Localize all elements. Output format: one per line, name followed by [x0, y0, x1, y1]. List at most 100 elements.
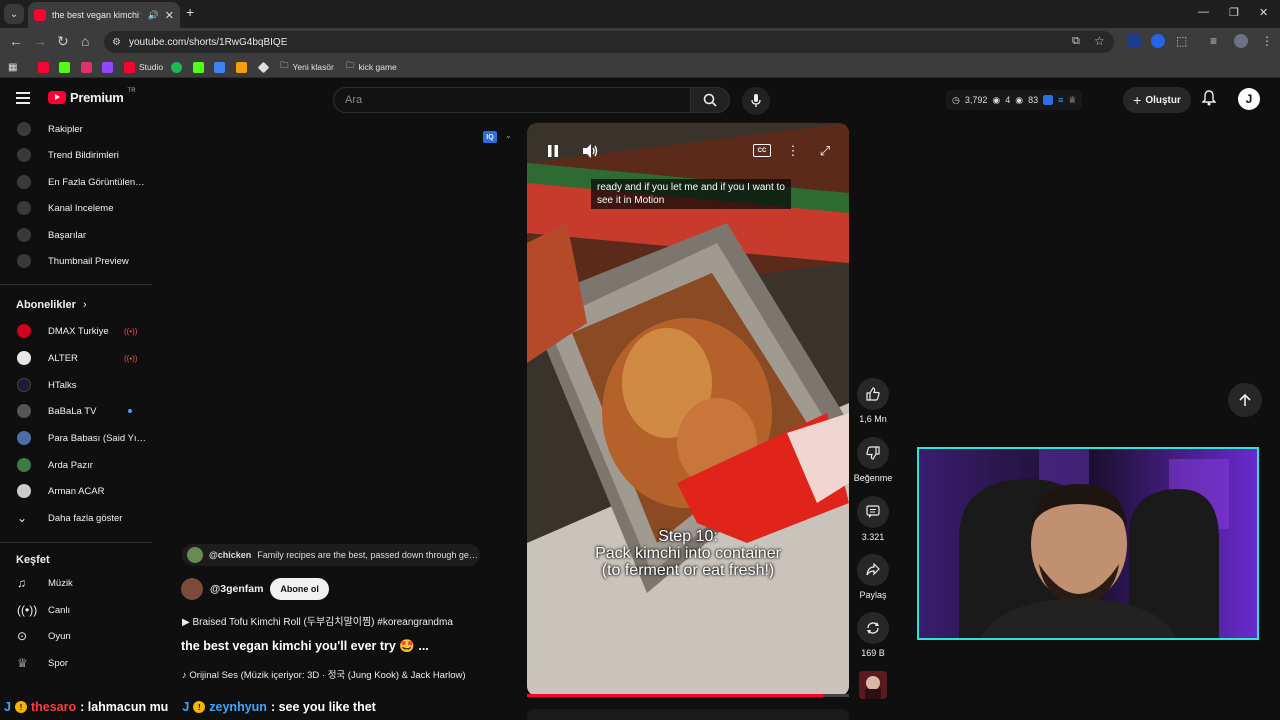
close-tab-icon[interactable]: ✕: [165, 9, 174, 22]
webcam-feed: [919, 449, 1257, 638]
chat-badge: J: [4, 700, 11, 714]
sidebar-show-more[interactable]: ⌄ Daha fazla göster: [0, 505, 155, 531]
bookmark-studio[interactable]: Studio: [124, 60, 163, 74]
sidebar-sub-arda-pazir[interactable]: Arda Pazır: [0, 452, 155, 478]
audio-track-link[interactable]: ♪ Orijinal Ses (Müzik içeriyor: 3D · 정국 …: [182, 667, 482, 681]
microphone-icon: [751, 94, 761, 107]
captions-icon[interactable]: CC: [753, 144, 771, 157]
sidebar-explore-canli[interactable]: ((•)) Canlı: [0, 597, 155, 623]
vidiq-badge-icon[interactable]: IQ: [483, 131, 497, 143]
like-button[interactable]: 1,6 Mn: [853, 378, 893, 424]
subscribe-button[interactable]: Abone ol: [270, 578, 329, 600]
search-button[interactable]: [690, 87, 730, 113]
sidebar-sub-arman-acar[interactable]: Arman ACAR: [0, 478, 155, 504]
sidebar-sub-dmax[interactable]: DMAX Turkiye ((•)): [0, 318, 155, 344]
reload-icon[interactable]: ↻: [57, 33, 69, 50]
apps-grid-icon[interactable]: ▦: [8, 60, 17, 74]
forward-icon[interactable]: →: [33, 33, 47, 49]
bookmark-youtube[interactable]: [38, 60, 49, 74]
arrow-up-icon: [1239, 393, 1251, 406]
shorts-video-player[interactable]: CC ⋮ ⤢ ready and if you let me and if yo…: [527, 123, 849, 696]
trophy-icon[interactable]: ♕: [1068, 95, 1076, 106]
account-avatar[interactable]: J: [1238, 88, 1260, 110]
sidebar-item-rakipler[interactable]: Rakipler: [0, 116, 155, 142]
sidebar-item-basarilar[interactable]: Başarılar: [0, 222, 155, 248]
bookmark-orange[interactable]: [236, 60, 247, 74]
profile-icon[interactable]: [1234, 34, 1248, 48]
channel-stats-widget[interactable]: ◷ 3,792 ◉ 4 ◉ 83 ≡ ♕: [946, 90, 1083, 110]
extension-2-icon[interactable]: [1151, 34, 1165, 48]
sidebar-item-thumbnail-preview[interactable]: Thumbnail Preview: [0, 248, 155, 274]
audio-thumbnail[interactable]: [859, 671, 887, 699]
more-options-icon[interactable]: ⋮: [785, 143, 801, 159]
sidebar-sub-para-babasi[interactable]: Para Babası (Said Yılmaz): [0, 425, 155, 451]
install-app-icon[interactable]: ⧉: [1072, 35, 1080, 48]
bookmark-twitch[interactable]: [102, 60, 113, 74]
close-window-icon[interactable]: ✕: [1259, 6, 1268, 19]
bookmark-blue[interactable]: [214, 60, 225, 74]
comments-button[interactable]: 3.321: [853, 496, 893, 542]
chevron-down-icon[interactable]: ⌄: [505, 131, 512, 140]
bookmark-instagram[interactable]: [81, 60, 92, 74]
trophy-icon: ♕: [17, 656, 28, 670]
bookmark-spotify[interactable]: [171, 60, 182, 74]
extension-1-icon[interactable]: [1127, 34, 1141, 48]
dislike-button[interactable]: Beğenme: [853, 437, 893, 483]
youtube-premium-logo[interactable]: Premium TR: [48, 88, 136, 105]
new-tab-button[interactable]: +: [186, 4, 194, 20]
browser-tab[interactable]: the best vegan kimchi you'll ever try 🔊 …: [28, 2, 180, 28]
chat-message: J ! zeynhyun : see you like thet: [182, 700, 376, 714]
share-button[interactable]: Paylaş: [853, 554, 893, 600]
sidebar-explore-spor[interactable]: ♕ Spor: [0, 650, 155, 676]
maximize-icon[interactable]: ❐: [1229, 6, 1239, 19]
volume-icon[interactable]: [583, 143, 599, 159]
channel-avatar: [17, 458, 31, 472]
previous-short-button[interactable]: [1228, 383, 1262, 417]
channel-handle[interactable]: @3genfam: [210, 583, 263, 595]
vidiq-tool-icon: [17, 148, 31, 162]
related-video-link[interactable]: ▶ Braised Tofu Kimchi Roll (두부김치말이찜) #ko…: [182, 613, 482, 628]
voice-search-button[interactable]: [742, 87, 770, 115]
search-input[interactable]: Ara: [333, 87, 691, 113]
sidebar-item-kanal-inceleme[interactable]: Kanal Inceleme: [0, 195, 155, 221]
bookmark-folder-kick-game[interactable]: 🗀 kick game: [346, 60, 397, 74]
vidiq-tool-icon: [17, 175, 31, 189]
speaker-icon[interactable]: 🔊: [148, 10, 159, 21]
channel-row: @3genfam Abone ol: [181, 578, 329, 600]
list-icon[interactable]: ≡: [1058, 95, 1063, 105]
site-info-icon[interactable]: ⚙: [112, 37, 121, 48]
reading-list-icon[interactable]: ≡: [1210, 34, 1217, 48]
extensions-puzzle-icon[interactable]: ⬚: [1176, 34, 1187, 48]
sidebar-explore-oyun[interactable]: ⊙ Oyun: [0, 623, 155, 649]
sidebar-sub-htalks[interactable]: HTalks: [0, 372, 155, 398]
menu-icon[interactable]: [16, 92, 30, 104]
tab-search-button[interactable]: ⌄: [4, 4, 24, 24]
bookmark-kick[interactable]: [59, 60, 70, 74]
address-bar[interactable]: ⚙ youtube.com/shorts/1RwG4bqBIQE: [104, 31, 1114, 53]
browser-menu-icon[interactable]: ⋮: [1261, 34, 1273, 48]
fullscreen-icon[interactable]: ⤢: [817, 143, 833, 159]
create-button[interactable]: + Oluştur: [1123, 87, 1191, 113]
notifications-button[interactable]: [1201, 90, 1217, 111]
video-title[interactable]: the best vegan kimchi you'll ever try 🤩 …: [181, 639, 481, 654]
pause-icon[interactable]: [545, 143, 561, 159]
bookmark-folder-yeni[interactable]: 🗀 Yeni klasör: [280, 60, 334, 74]
video-progress-bar[interactable]: [527, 694, 849, 697]
sidebar-sub-alter[interactable]: ALTER ((•)): [0, 345, 155, 371]
sidebar-item-trend[interactable]: Trend Bildirimleri: [0, 142, 155, 168]
home-icon[interactable]: ⌂: [81, 33, 89, 49]
vidiq-icon[interactable]: [1043, 95, 1054, 105]
back-icon[interactable]: ←: [9, 33, 23, 49]
remix-button[interactable]: 169 B: [853, 612, 893, 658]
sidebar-sub-babala[interactable]: BaBaLa TV: [0, 398, 155, 424]
minimize-icon[interactable]: —: [1198, 6, 1209, 18]
channel-avatar[interactable]: [181, 578, 203, 600]
pinned-comment-preview[interactable]: @chicken Family recipes are the best, pa…: [182, 544, 480, 566]
bookmark-kick-2[interactable]: [193, 60, 204, 74]
subscriptions-header[interactable]: Abonelikler ›: [16, 299, 87, 311]
sidebar-explore-muzik[interactable]: ♫ Müzik: [0, 570, 155, 596]
channel-avatar: [17, 351, 31, 365]
sidebar-item-en-fazla[interactable]: En Fazla Görüntülenenler: [0, 169, 155, 195]
bookmark-diamond[interactable]: [257, 60, 270, 74]
bookmark-star-icon[interactable]: ☆: [1094, 34, 1105, 48]
